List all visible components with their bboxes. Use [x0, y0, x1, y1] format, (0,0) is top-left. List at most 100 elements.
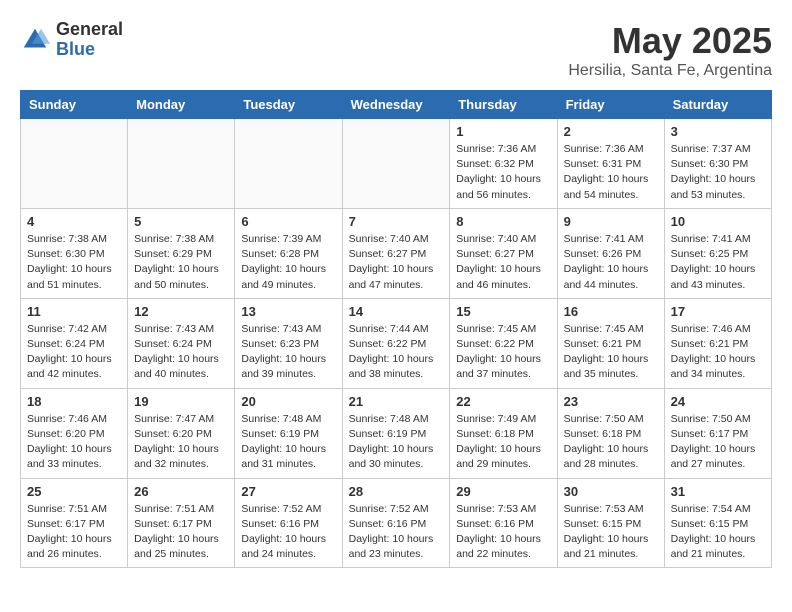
day-number: 23: [564, 394, 658, 409]
day-number: 11: [27, 304, 121, 319]
day-number: 9: [564, 214, 658, 229]
calendar-cell: 9 Sunrise: 7:41 AM Sunset: 6:26 PM Daylig…: [557, 208, 664, 298]
day-info: Sunrise: 7:42 AM Sunset: 6:24 PM Dayligh…: [27, 322, 121, 383]
day-number: 18: [27, 394, 121, 409]
calendar-body: 1 Sunrise: 7:36 AM Sunset: 6:32 PM Daylig…: [21, 119, 772, 568]
day-number: 25: [27, 484, 121, 499]
day-number: 2: [564, 124, 658, 139]
day-number: 24: [671, 394, 765, 409]
calendar-cell: 21 Sunrise: 7:48 AM Sunset: 6:19 PM Dayli…: [342, 388, 450, 478]
dow-header-tuesday: Tuesday: [235, 91, 342, 119]
calendar-cell: [128, 119, 235, 209]
day-info: Sunrise: 7:41 AM Sunset: 6:26 PM Dayligh…: [564, 232, 658, 293]
day-info: Sunrise: 7:51 AM Sunset: 6:17 PM Dayligh…: [134, 502, 228, 563]
day-number: 4: [27, 214, 121, 229]
calendar-cell: 30Sunrise: 7:53 AM Sunset: 6:15 PM Dayli…: [557, 478, 664, 568]
day-info: Sunrise: 7:43 AM Sunset: 6:23 PM Dayligh…: [241, 322, 335, 383]
day-info: Sunrise: 7:52 AM Sunset: 6:16 PM Dayligh…: [349, 502, 444, 563]
dow-header-friday: Friday: [557, 91, 664, 119]
day-info: Sunrise: 7:50 AM Sunset: 6:18 PM Dayligh…: [564, 412, 658, 473]
day-number: 8: [456, 214, 550, 229]
day-number: 19: [134, 394, 228, 409]
day-info: Sunrise: 7:46 AM Sunset: 6:21 PM Dayligh…: [671, 322, 765, 383]
day-number: 21: [349, 394, 444, 409]
day-info: Sunrise: 7:45 AM Sunset: 6:22 PM Dayligh…: [456, 322, 550, 383]
day-number: 3: [671, 124, 765, 139]
day-of-week-row: SundayMondayTuesdayWednesdayThursdayFrid…: [21, 91, 772, 119]
day-info: Sunrise: 7:52 AM Sunset: 6:16 PM Dayligh…: [241, 502, 335, 563]
dow-header-wednesday: Wednesday: [342, 91, 450, 119]
day-number: 29: [456, 484, 550, 499]
calendar-cell: 12Sunrise: 7:43 AM Sunset: 6:24 PM Dayli…: [128, 298, 235, 388]
day-info: Sunrise: 7:51 AM Sunset: 6:17 PM Dayligh…: [27, 502, 121, 563]
calendar-cell: 8 Sunrise: 7:40 AM Sunset: 6:27 PM Daylig…: [450, 208, 557, 298]
calendar-cell: 26 Sunrise: 7:51 AM Sunset: 6:17 PM Dayli…: [128, 478, 235, 568]
day-info: Sunrise: 7:40 AM Sunset: 6:27 PM Dayligh…: [456, 232, 550, 293]
day-number: 15: [456, 304, 550, 319]
day-info: Sunrise: 7:46 AM Sunset: 6:20 PM Dayligh…: [27, 412, 121, 473]
day-info: Sunrise: 7:40 AM Sunset: 6:27 PM Dayligh…: [349, 232, 444, 293]
location-title: Hersilia, Santa Fe, Argentina: [568, 62, 772, 80]
logo-icon: [20, 25, 50, 55]
calendar-cell: [21, 119, 128, 209]
day-number: 6: [241, 214, 335, 229]
day-info: Sunrise: 7:47 AM Sunset: 6:20 PM Dayligh…: [134, 412, 228, 473]
calendar-cell: 24 Sunrise: 7:50 AM Sunset: 6:17 PM Dayli…: [664, 388, 771, 478]
calendar-cell: 22 Sunrise: 7:49 AM Sunset: 6:18 PM Dayli…: [450, 388, 557, 478]
day-info: Sunrise: 7:54 AM Sunset: 6:15 PM Dayligh…: [671, 502, 765, 563]
day-info: Sunrise: 7:41 AM Sunset: 6:25 PM Dayligh…: [671, 232, 765, 293]
dow-header-sunday: Sunday: [21, 91, 128, 119]
dow-header-saturday: Saturday: [664, 91, 771, 119]
day-info: Sunrise: 7:50 AM Sunset: 6:17 PM Dayligh…: [671, 412, 765, 473]
day-number: 5: [134, 214, 228, 229]
day-info: Sunrise: 7:48 AM Sunset: 6:19 PM Dayligh…: [241, 412, 335, 473]
calendar-cell: 31 Sunrise: 7:54 AM Sunset: 6:15 PM Dayli…: [664, 478, 771, 568]
calendar-cell: 11 Sunrise: 7:42 AM Sunset: 6:24 PM Dayli…: [21, 298, 128, 388]
week-row-0: 1 Sunrise: 7:36 AM Sunset: 6:32 PM Daylig…: [21, 119, 772, 209]
month-title: May 2025: [568, 20, 772, 62]
calendar-cell: 7 Sunrise: 7:40 AM Sunset: 6:27 PM Daylig…: [342, 208, 450, 298]
calendar-cell: 4 Sunrise: 7:38 AM Sunset: 6:30 PM Daylig…: [21, 208, 128, 298]
day-number: 30: [564, 484, 658, 499]
calendar-cell: 2Sunrise: 7:36 AM Sunset: 6:31 PM Daylig…: [557, 119, 664, 209]
calendar-cell: [235, 119, 342, 209]
logo-general: General: [56, 20, 123, 40]
header-area: General Blue May 2025 Hersilia, Santa Fe…: [20, 20, 772, 80]
calendar-cell: 13 Sunrise: 7:43 AM Sunset: 6:23 PM Dayli…: [235, 298, 342, 388]
calendar-cell: [342, 119, 450, 209]
calendar-cell: 17 Sunrise: 7:46 AM Sunset: 6:21 PM Dayli…: [664, 298, 771, 388]
day-number: 16: [564, 304, 658, 319]
day-info: Sunrise: 7:39 AM Sunset: 6:28 PM Dayligh…: [241, 232, 335, 293]
day-number: 13: [241, 304, 335, 319]
calendar-cell: 3Sunrise: 7:37 AM Sunset: 6:30 PM Daylig…: [664, 119, 771, 209]
day-info: Sunrise: 7:36 AM Sunset: 6:32 PM Dayligh…: [456, 142, 550, 203]
calendar-cell: 5Sunrise: 7:38 AM Sunset: 6:29 PM Daylig…: [128, 208, 235, 298]
day-number: 26: [134, 484, 228, 499]
day-info: Sunrise: 7:38 AM Sunset: 6:30 PM Dayligh…: [27, 232, 121, 293]
week-row-4: 25 Sunrise: 7:51 AM Sunset: 6:17 PM Dayli…: [21, 478, 772, 568]
calendar-cell: 25 Sunrise: 7:51 AM Sunset: 6:17 PM Dayli…: [21, 478, 128, 568]
calendar-cell: 28Sunrise: 7:52 AM Sunset: 6:16 PM Dayli…: [342, 478, 450, 568]
day-number: 17: [671, 304, 765, 319]
day-number: 7: [349, 214, 444, 229]
day-number: 31: [671, 484, 765, 499]
day-number: 10: [671, 214, 765, 229]
calendar-cell: 6 Sunrise: 7:39 AM Sunset: 6:28 PM Daylig…: [235, 208, 342, 298]
calendar-cell: 19 Sunrise: 7:47 AM Sunset: 6:20 PM Dayli…: [128, 388, 235, 478]
day-number: 14: [349, 304, 444, 319]
calendar-table: SundayMondayTuesdayWednesdayThursdayFrid…: [20, 90, 772, 568]
day-info: Sunrise: 7:43 AM Sunset: 6:24 PM Dayligh…: [134, 322, 228, 383]
calendar-cell: 14Sunrise: 7:44 AM Sunset: 6:22 PM Dayli…: [342, 298, 450, 388]
day-info: Sunrise: 7:49 AM Sunset: 6:18 PM Dayligh…: [456, 412, 550, 473]
calendar-cell: 29Sunrise: 7:53 AM Sunset: 6:16 PM Dayli…: [450, 478, 557, 568]
calendar-cell: 16Sunrise: 7:45 AM Sunset: 6:21 PM Dayli…: [557, 298, 664, 388]
day-number: 27: [241, 484, 335, 499]
logo: General Blue: [20, 20, 123, 60]
day-info: Sunrise: 7:48 AM Sunset: 6:19 PM Dayligh…: [349, 412, 444, 473]
logo-blue: Blue: [56, 40, 123, 60]
logo-text: General Blue: [56, 20, 123, 60]
calendar-cell: 27 Sunrise: 7:52 AM Sunset: 6:16 PM Dayli…: [235, 478, 342, 568]
day-number: 22: [456, 394, 550, 409]
calendar-cell: 20Sunrise: 7:48 AM Sunset: 6:19 PM Dayli…: [235, 388, 342, 478]
day-number: 1: [456, 124, 550, 139]
